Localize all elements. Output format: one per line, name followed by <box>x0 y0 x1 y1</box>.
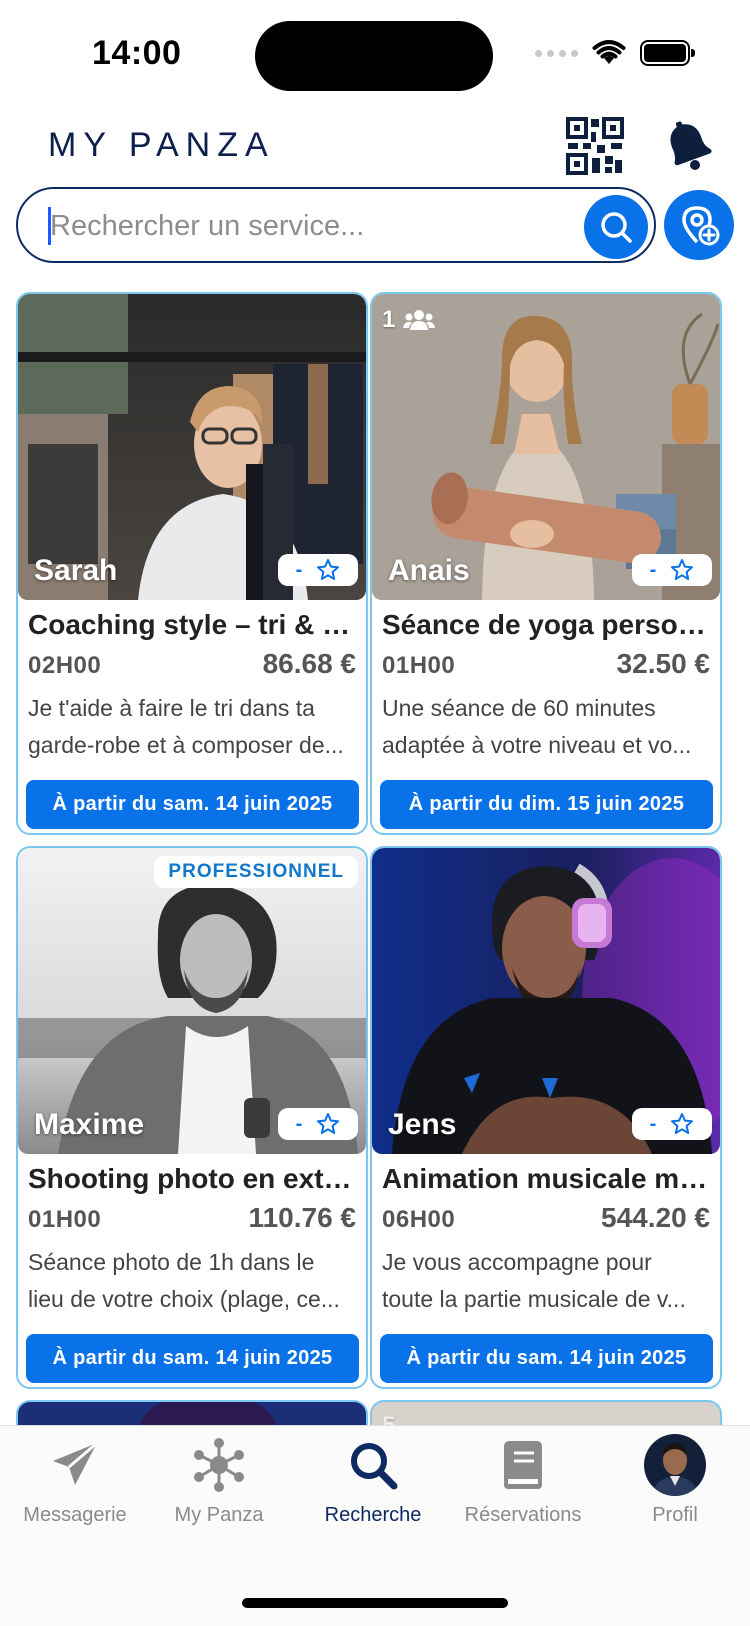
service-duration: 01H00 <box>382 652 456 679</box>
service-title: Animation musicale mar... <box>382 1163 712 1194</box>
service-card[interactable]: Jens - Animation musicale mar... 06H00 5… <box>370 846 722 1389</box>
tab-label: My Panza <box>174 1504 264 1526</box>
status-indicators <box>535 40 695 66</box>
availability-button[interactable]: À partir du dim. 15 juin 2025 <box>380 780 713 829</box>
location-plus-icon <box>682 206 720 246</box>
description-line: Une séance de 60 minutes <box>382 695 656 721</box>
availability-button[interactable]: À partir du sam. 14 juin 2025 <box>380 1334 713 1383</box>
service-description: Je vous accompagne pour toute la partie … <box>382 1244 712 1318</box>
favorite-count: - <box>295 558 303 581</box>
app-logo: MY PANZA <box>48 126 275 164</box>
search-icon <box>601 212 632 243</box>
service-card[interactable]: PROFESSIONNEL Maxime - Shooting photo en… <box>16 846 368 1389</box>
availability-button[interactable]: À partir du sam. 14 juin 2025 <box>26 1334 359 1383</box>
availability-button[interactable]: À partir du sam. 14 juin 2025 <box>26 780 359 829</box>
dynamic-island <box>255 21 493 91</box>
star-icon <box>317 559 340 580</box>
favorite-toggle[interactable]: - <box>632 1108 712 1140</box>
favorite-count: - <box>295 1112 303 1135</box>
service-photo: Jens - <box>372 848 720 1154</box>
description-line: adaptée à votre niveau et vo... <box>382 732 692 758</box>
service-title: Séance de yoga person... <box>382 609 712 640</box>
search-box[interactable] <box>16 187 656 263</box>
tab-profil[interactable]: Profil <box>600 1432 750 1532</box>
app-header: MY PANZA <box>0 110 750 190</box>
favorite-toggle[interactable]: - <box>278 554 358 586</box>
participants-count: 1 <box>382 306 436 334</box>
service-photo: Sarah - <box>18 294 366 600</box>
favorite-count: - <box>649 1112 657 1135</box>
battery-icon <box>640 40 695 66</box>
service-photo: 1 Anais - <box>372 294 720 600</box>
service-title: Shooting photo en extér... <box>28 1163 358 1194</box>
favorite-count: - <box>649 558 657 581</box>
tab-reservations[interactable]: Réservations <box>448 1432 598 1532</box>
service-price: 86.68 € <box>262 648 356 679</box>
cellular-signal-icon <box>535 49 578 57</box>
favorite-toggle[interactable]: - <box>278 1108 358 1140</box>
avatar <box>644 1434 706 1496</box>
star-icon <box>671 559 694 580</box>
star-icon <box>671 1113 694 1134</box>
description-line: Séance photo de 1h dans le <box>28 1249 315 1275</box>
service-price: 110.76 € <box>248 1202 356 1233</box>
provider-name: Anais <box>388 554 470 587</box>
description-line: Je t'aide à faire le tri dans ta <box>28 695 315 721</box>
tab-label: Messagerie <box>23 1504 127 1526</box>
service-photo: PROFESSIONNEL Maxime - <box>18 848 366 1154</box>
description-line: Je vous accompagne pour <box>382 1249 652 1275</box>
description-line: toute la partie musicale de v... <box>382 1286 686 1312</box>
tab-messagerie[interactable]: Messagerie <box>0 1432 150 1532</box>
professional-badge: PROFESSIONNEL <box>154 856 358 888</box>
service-description: Une séance de 60 minutes adaptée à votre… <box>382 690 712 764</box>
search-button[interactable] <box>584 195 648 259</box>
network-icon <box>186 1432 252 1498</box>
tab-recherche[interactable]: Recherche <box>298 1432 448 1532</box>
description-line: lieu de votre choix (plage, ce... <box>28 1286 340 1312</box>
service-card[interactable]: Sarah - Coaching style – tri & co... 02H… <box>16 292 368 835</box>
service-price: 32.50 € <box>616 648 710 679</box>
bottom-tab-bar: Messagerie My Panza Recherche Réservatio… <box>0 1425 750 1626</box>
provider-name: Sarah <box>34 554 118 587</box>
tab-my-panza[interactable]: My Panza <box>144 1432 294 1532</box>
service-duration: 02H00 <box>28 652 102 679</box>
tab-label: Réservations <box>464 1504 582 1526</box>
star-icon <box>317 1113 340 1134</box>
search-input[interactable] <box>50 205 570 247</box>
favorite-toggle[interactable]: - <box>632 554 712 586</box>
service-duration: 01H00 <box>28 1206 102 1233</box>
status-time: 14:00 <box>92 34 182 72</box>
tab-label: Recherche <box>324 1504 422 1526</box>
service-description: Je t'aide à faire le tri dans ta garde-r… <box>28 690 358 764</box>
home-indicator <box>242 1598 508 1608</box>
search-row <box>16 187 736 263</box>
provider-name: Jens <box>388 1108 457 1141</box>
description-line: garde-robe et à composer de... <box>28 732 344 758</box>
service-duration: 06H00 <box>382 1206 456 1233</box>
service-price: 544.20 € <box>601 1202 710 1233</box>
service-title: Coaching style – tri & co... <box>28 609 358 640</box>
service-description: Séance photo de 1h dans le lieu de votre… <box>28 1244 358 1318</box>
service-card[interactable]: 1 Anais - Séance de yoga person... 01H00… <box>370 292 722 835</box>
participants-number: 1 <box>382 306 396 333</box>
status-bar: 14:00 <box>0 0 750 110</box>
wifi-icon <box>592 40 626 64</box>
book-icon <box>490 1432 556 1498</box>
paper-plane-icon <box>42 1432 108 1498</box>
tab-label: Profil <box>652 1504 698 1526</box>
qr-code-icon[interactable] <box>565 116 625 176</box>
provider-name: Maxime <box>34 1108 145 1141</box>
bell-icon[interactable] <box>662 118 714 172</box>
location-button[interactable] <box>664 190 734 260</box>
search-icon <box>340 1432 406 1498</box>
group-icon <box>403 310 436 330</box>
